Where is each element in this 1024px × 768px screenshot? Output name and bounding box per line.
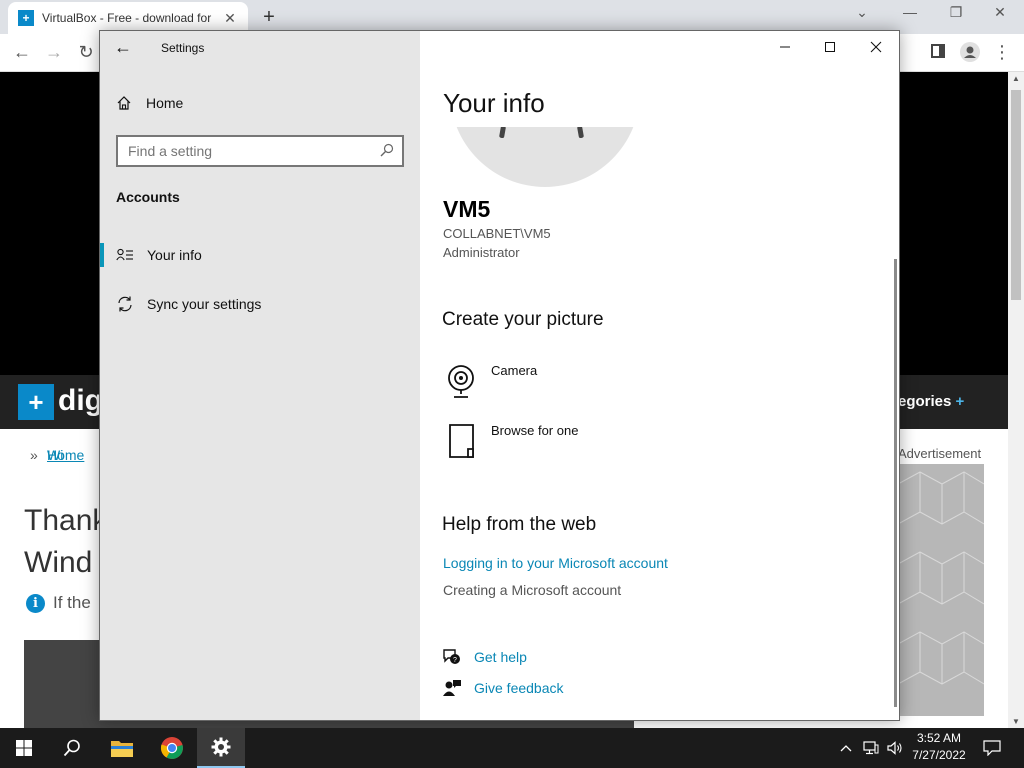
file-explorer-icon[interactable] bbox=[98, 728, 146, 768]
browser-restore-icon[interactable]: ❐ bbox=[942, 4, 970, 21]
web-info-text: If the bbox=[53, 593, 91, 612]
close-icon[interactable] bbox=[862, 37, 890, 57]
taskbar: 3:52 AM 7/27/2022 bbox=[0, 728, 1024, 768]
sidebar-home[interactable]: Home bbox=[116, 95, 183, 111]
page-title: Your info bbox=[443, 88, 545, 118]
get-help-icon: ? bbox=[442, 648, 462, 666]
browser-tab-title: VirtualBox - Free - download for bbox=[42, 11, 212, 25]
clock-date: 7/27/2022 bbox=[912, 748, 966, 762]
sidebar-item-label: Sync your settings bbox=[147, 296, 262, 312]
help-web-heading: Help from the web bbox=[442, 514, 597, 535]
picture-option-browse[interactable]: Browse for one bbox=[445, 423, 578, 459]
active-indicator bbox=[100, 243, 104, 267]
svg-text:?: ? bbox=[453, 657, 457, 664]
person-list-icon bbox=[116, 248, 134, 262]
maximize-icon[interactable] bbox=[816, 37, 844, 57]
volume-icon[interactable] bbox=[884, 728, 906, 768]
camera-icon bbox=[445, 363, 481, 399]
microsoft-login-help-link[interactable]: Logging in to your Microsoft account bbox=[443, 555, 668, 571]
avatar bbox=[450, 127, 640, 189]
picture-option-label: Camera bbox=[491, 363, 538, 378]
user-role: Administrator bbox=[443, 245, 520, 260]
avatar-circle bbox=[450, 127, 640, 187]
clock-time: 3:52 AM bbox=[916, 731, 962, 745]
web-breadcrumb: Home» Wi bbox=[24, 447, 84, 463]
breadcrumb-separator: » bbox=[30, 447, 38, 463]
find-setting-search[interactable] bbox=[116, 135, 404, 167]
settings-gear-icon[interactable] bbox=[197, 728, 245, 768]
search-icon[interactable] bbox=[380, 143, 394, 160]
sidebar-group-accounts: Accounts bbox=[116, 189, 180, 205]
taskbar-clock[interactable]: 3:52 AM 7/27/2022 bbox=[904, 730, 974, 764]
web-categories-label: egories bbox=[898, 393, 952, 410]
side-panel-icon[interactable] bbox=[926, 42, 950, 63]
browser-close-icon[interactable]: ✕ bbox=[986, 4, 1014, 21]
search-icon[interactable] bbox=[48, 728, 96, 768]
inactive-indicator bbox=[100, 292, 104, 316]
back-icon[interactable]: ← bbox=[10, 42, 34, 63]
create-picture-heading: Create your picture bbox=[442, 309, 604, 330]
user-domain-account: COLLABNET\VM5 bbox=[443, 226, 551, 241]
file-icon bbox=[445, 423, 481, 459]
forward-icon[interactable]: → bbox=[42, 42, 66, 63]
minimize-icon[interactable] bbox=[771, 37, 799, 57]
content-scrollbar[interactable] bbox=[894, 259, 897, 707]
sidebar-item-sync-settings[interactable]: Sync your settings bbox=[100, 291, 420, 317]
new-tab-button[interactable]: + bbox=[258, 6, 280, 29]
web-headline-line2: Wind bbox=[24, 546, 93, 579]
feedback-icon bbox=[442, 679, 462, 697]
network-icon[interactable] bbox=[860, 728, 882, 768]
sidebar-item-your-info[interactable]: Your info bbox=[100, 242, 420, 268]
browser-minimize-icon[interactable]: — bbox=[896, 4, 924, 20]
get-help-label: Get help bbox=[474, 649, 527, 665]
web-headline-line1: Thank bbox=[24, 504, 108, 537]
sidebar-item-label: Your info bbox=[147, 247, 202, 263]
window-title: Settings bbox=[161, 41, 205, 55]
user-display-name: VM5 bbox=[443, 196, 491, 222]
settings-sidebar: ← Settings Home Accounts Your info bbox=[100, 31, 420, 720]
profile-avatar-icon[interactable] bbox=[958, 42, 982, 67]
advertisement-label: Advertisement bbox=[898, 446, 982, 461]
home-icon bbox=[116, 95, 132, 111]
advertisement-banner[interactable] bbox=[897, 464, 985, 716]
browser-scroll-thumb[interactable] bbox=[1011, 90, 1021, 300]
reload-icon[interactable]: ↻ bbox=[74, 42, 98, 63]
digitaltrends-logo-icon[interactable]: + bbox=[18, 384, 54, 420]
give-feedback-label: Give feedback bbox=[474, 680, 564, 696]
browser-menu-icon[interactable]: ⋮ bbox=[990, 42, 1014, 63]
give-feedback-link[interactable]: Give feedback bbox=[442, 679, 564, 697]
chrome-icon[interactable] bbox=[148, 728, 196, 768]
show-hidden-icons-icon[interactable] bbox=[836, 728, 856, 768]
get-help-link[interactable]: ? Get help bbox=[442, 648, 527, 666]
digitaltrends-favicon: + bbox=[18, 10, 34, 26]
close-tab-icon[interactable]: ✕ bbox=[222, 10, 238, 27]
info-icon: i bbox=[26, 593, 45, 613]
action-center-icon[interactable] bbox=[978, 728, 1006, 768]
web-categories-menu[interactable]: egories + bbox=[898, 393, 964, 410]
browser-tab-bar: + VirtualBox - Free - download for ✕ + ⌄… bbox=[0, 0, 1024, 34]
plus-icon: + bbox=[955, 393, 965, 410]
picture-option-camera[interactable]: Camera bbox=[445, 363, 537, 399]
browser-scrollbar[interactable]: ▲ ▼ bbox=[1008, 72, 1024, 728]
sync-icon bbox=[116, 295, 134, 313]
web-headline: Thank Wind bbox=[24, 500, 107, 584]
picture-option-label: Browse for one bbox=[491, 423, 579, 438]
back-arrow-icon[interactable]: ← bbox=[114, 37, 134, 58]
scroll-up-icon[interactable]: ▲ bbox=[1008, 74, 1024, 83]
settings-content: Your info VM5 COLLABNET\VM5 Administrato… bbox=[420, 31, 900, 720]
web-info-note: i If the bbox=[26, 593, 91, 613]
web-logo-text[interactable]: dig bbox=[58, 384, 103, 418]
settings-window: ← Settings Home Accounts Your info bbox=[99, 30, 900, 721]
windows-start-icon[interactable] bbox=[0, 728, 48, 768]
sidebar-home-label: Home bbox=[146, 95, 184, 111]
breadcrumb-next-link[interactable]: Wi bbox=[47, 447, 63, 463]
find-setting-input[interactable] bbox=[118, 137, 368, 165]
scroll-down-icon[interactable]: ▼ bbox=[1008, 717, 1024, 726]
create-account-help-link[interactable]: Creating a Microsoft account bbox=[443, 582, 621, 598]
tab-search-icon[interactable]: ⌄ bbox=[848, 4, 876, 21]
